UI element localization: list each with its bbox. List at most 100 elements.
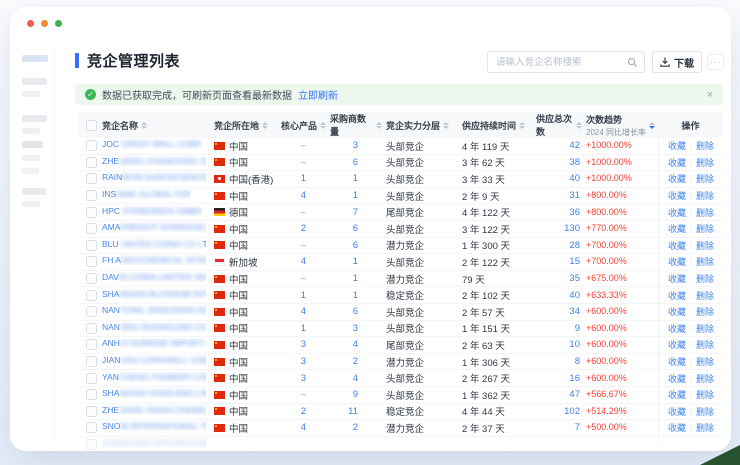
delete-button[interactable]: 删除 — [696, 222, 714, 235]
company-name-link[interactable]: DAVID CHINA LIMITED SHANGHA... — [102, 272, 206, 282]
delete-button[interactable]: 删除 — [696, 272, 714, 285]
total-supply-count[interactable]: 15 — [569, 256, 580, 267]
core-product-count[interactable]: 1 — [301, 323, 306, 334]
search-input[interactable] — [496, 57, 627, 68]
total-supply-count[interactable]: 102 — [564, 406, 580, 417]
company-name-link[interactable]: JOC GREAT WALL CORP — [102, 139, 202, 149]
company-name-link[interactable]: AMAFREIGHT SHANGHAI COLTD — [102, 222, 206, 232]
row-checkbox[interactable] — [86, 306, 97, 317]
company-name-link[interactable]: SHANGHAI BLOSSOM INTERNATIO... — [102, 289, 206, 299]
column-header-location[interactable]: 竞企所在地 — [212, 112, 276, 138]
core-product-count[interactable]: 4 — [301, 306, 306, 317]
sort-icon[interactable] — [649, 122, 655, 129]
row-checkbox[interactable] — [86, 173, 97, 184]
column-header-tier[interactable]: 竞企实力分层 — [384, 112, 460, 138]
company-name-link[interactable]: RAINBOW AGROSCIENCESE CO ... — [102, 172, 206, 182]
total-supply-count[interactable]: 36 — [569, 207, 580, 218]
delete-button[interactable]: 删除 — [696, 239, 714, 252]
column-header-buyers[interactable]: 采购商数量 — [328, 112, 384, 138]
total-supply-count[interactable]: 10 — [569, 339, 580, 350]
company-name-link[interactable]: BLU UNITED CHINA CO LTD — [102, 239, 206, 249]
company-name-link[interactable]: YANCHENG PIONEER CHEMICAL ... — [102, 372, 206, 382]
company-name-link[interactable]: HPC STANDARDS GMBH — [102, 206, 202, 216]
favorite-button[interactable]: 收藏 — [668, 322, 686, 335]
company-name-link[interactable]: SNOW INTERNATIONAL TRADING ... — [102, 421, 206, 431]
favorite-button[interactable]: 收藏 — [668, 172, 686, 185]
buyer-count[interactable]: 6 — [353, 157, 358, 168]
refresh-now-link[interactable]: 立即刷新 — [298, 87, 338, 102]
company-name-link[interactable]: FH AGROCHEMICAL INTERNATION... — [102, 255, 206, 265]
favorite-button[interactable]: 收藏 — [668, 338, 686, 351]
company-name-link[interactable]: INSHINE GLOBAL FZE — [102, 189, 191, 199]
delete-button[interactable]: 删除 — [696, 322, 714, 335]
core-product-count[interactable]: 2 — [301, 406, 306, 417]
buyer-count[interactable]: 3 — [353, 140, 358, 151]
favorite-button[interactable]: 收藏 — [668, 189, 686, 202]
delete-button[interactable]: 删除 — [696, 255, 714, 268]
sort-icon[interactable] — [376, 122, 382, 129]
row-checkbox[interactable] — [86, 207, 97, 218]
delete-button[interactable]: 删除 — [696, 388, 714, 401]
buyer-count[interactable]: 1 — [353, 190, 358, 201]
row-checkbox[interactable] — [86, 323, 97, 334]
company-name-link[interactable]: ZHEJIANG XINAN CHEMICAL — [102, 405, 206, 415]
delete-button[interactable]: 删除 — [696, 189, 714, 202]
sort-icon[interactable] — [141, 122, 147, 129]
column-header-name[interactable]: 竞企名称 — [100, 112, 212, 138]
core-product-count[interactable]: 1 — [301, 290, 306, 301]
total-supply-count[interactable]: 34 — [569, 306, 580, 317]
more-button[interactable]: ··· — [707, 54, 724, 70]
delete-button[interactable]: 删除 — [696, 139, 714, 152]
alert-close-icon[interactable]: × — [707, 89, 713, 101]
sort-icon[interactable] — [320, 122, 326, 129]
delete-button[interactable]: 删除 — [696, 172, 714, 185]
favorite-button[interactable]: 收藏 — [668, 156, 686, 169]
buyer-count[interactable]: 4 — [353, 373, 358, 384]
favorite-button[interactable]: 收藏 — [668, 206, 686, 219]
row-checkbox[interactable] — [86, 439, 97, 450]
search-box[interactable] — [487, 51, 645, 73]
favorite-button[interactable]: 收藏 — [668, 222, 686, 235]
company-name-link[interactable]: NANJING RHONGUAN CO LTD — [102, 322, 206, 332]
delete-button[interactable]: 删除 — [696, 405, 714, 418]
favorite-button[interactable]: 收藏 — [668, 239, 686, 252]
row-checkbox[interactable] — [86, 256, 97, 267]
window-close-dot[interactable] — [27, 20, 34, 27]
company-name-link[interactable]: NANTONG JIANGSHAN AGROCHE... — [102, 305, 206, 315]
favorite-button[interactable]: 收藏 — [668, 388, 686, 401]
core-product-count[interactable]: 4 — [301, 256, 306, 267]
row-checkbox[interactable] — [86, 389, 97, 400]
core-product-count[interactable]: 4 — [301, 422, 306, 433]
company-name-link[interactable]: JIANGSU LONGWELL CHEMICAL ... — [102, 355, 206, 365]
buyer-count[interactable]: 1 — [353, 273, 358, 284]
row-checkbox[interactable] — [86, 240, 97, 251]
favorite-button[interactable]: 收藏 — [668, 255, 686, 268]
favorite-button[interactable]: 收藏 — [668, 355, 686, 368]
buyer-count[interactable]: 6 — [353, 223, 358, 234]
buyer-count[interactable]: 11 — [348, 406, 358, 417]
company-name-link[interactable]: SHANDONG INTERNATIONAL CO — [102, 438, 206, 448]
total-supply-count[interactable]: 31 — [569, 190, 580, 201]
delete-button[interactable]: 删除 — [696, 289, 714, 302]
core-product-count[interactable]: 2 — [301, 223, 306, 234]
total-supply-count[interactable]: 40 — [569, 173, 580, 184]
download-button[interactable]: 下载 — [652, 51, 702, 73]
search-icon[interactable] — [627, 57, 638, 68]
buyer-count[interactable]: 1 — [353, 290, 358, 301]
total-supply-count[interactable]: 8 — [575, 356, 580, 367]
row-checkbox[interactable] — [86, 157, 97, 168]
favorite-button[interactable]: 收藏 — [668, 372, 686, 385]
row-checkbox[interactable] — [86, 223, 97, 234]
buyer-count[interactable]: 1 — [353, 256, 358, 267]
total-supply-count[interactable]: 7 — [575, 422, 580, 433]
favorite-button[interactable]: 收藏 — [668, 421, 686, 434]
core-product-count[interactable]: 1 — [301, 173, 306, 184]
total-supply-count[interactable]: 130 — [564, 223, 580, 234]
select-all-checkbox[interactable] — [86, 120, 97, 131]
buyer-count[interactable]: 3 — [353, 323, 358, 334]
window-minimize-dot[interactable] — [41, 20, 48, 27]
row-checkbox[interactable] — [86, 290, 97, 301]
column-header-trend[interactable]: 次数趋势2024 同比增长率 — [584, 112, 658, 138]
core-product-count[interactable]: 3 — [301, 339, 306, 350]
row-checkbox[interactable] — [86, 422, 97, 433]
